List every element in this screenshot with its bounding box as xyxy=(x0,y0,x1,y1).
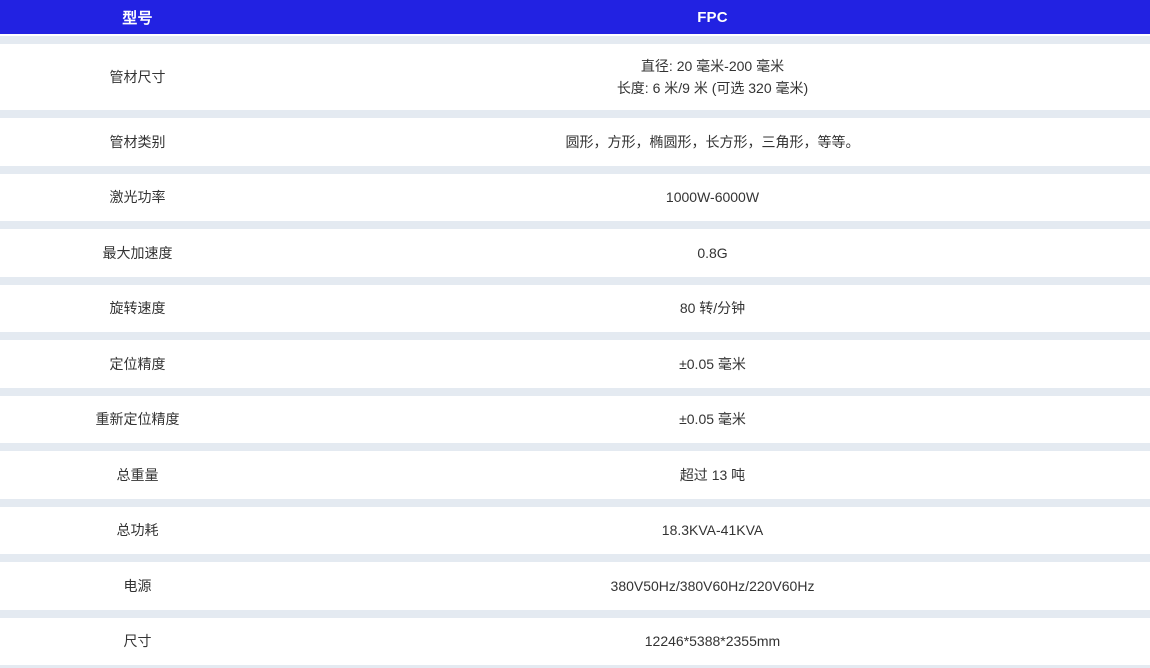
row-separator xyxy=(0,36,1150,44)
spec-value-line: 18.3KVA-41KVA xyxy=(662,519,763,541)
spec-value-line: 直径: 20 毫米-200 毫米 xyxy=(641,55,784,77)
row-separator xyxy=(0,110,1150,118)
table-header-row: 型号 FPC xyxy=(0,0,1150,34)
spec-value: 超过 13 吨 xyxy=(275,451,1150,499)
spec-value: 圆形，方形，椭圆形，长方形，三角形，等等。 xyxy=(275,118,1150,166)
spec-value: 1000W-6000W xyxy=(275,174,1150,222)
header-model-value: FPC xyxy=(275,0,1150,34)
spec-label: 最大加速度 xyxy=(0,229,275,277)
spec-value-line: 80 转/分钟 xyxy=(680,297,745,319)
spec-label: 管材类别 xyxy=(0,118,275,166)
spec-value: 80 转/分钟 xyxy=(275,285,1150,333)
table-row-rotation-speed: 旋转速度 80 转/分钟 xyxy=(0,285,1150,333)
spec-value-line: 超过 13 吨 xyxy=(680,464,745,486)
table-row-total-power-consumption: 总功耗 18.3KVA-41KVA xyxy=(0,507,1150,555)
spec-label: 管材尺寸 xyxy=(0,44,275,110)
row-separator xyxy=(0,166,1150,174)
spec-value: 12246*5388*2355mm xyxy=(275,618,1150,666)
spec-label: 重新定位精度 xyxy=(0,396,275,444)
spec-label: 总重量 xyxy=(0,451,275,499)
header-model-label: 型号 xyxy=(0,0,275,34)
table-row-dimensions: 尺寸 12246*5388*2355mm xyxy=(0,618,1150,666)
table-row-laser-power: 激光功率 1000W-6000W xyxy=(0,174,1150,222)
spec-value-line: 12246*5388*2355mm xyxy=(645,630,780,652)
table-row-max-acceleration: 最大加速度 0.8G xyxy=(0,229,1150,277)
row-separator xyxy=(0,610,1150,618)
table-row-positioning-accuracy: 定位精度 ±0.05 毫米 xyxy=(0,340,1150,388)
row-separator xyxy=(0,221,1150,229)
spec-value: ±0.05 毫米 xyxy=(275,340,1150,388)
row-separator xyxy=(0,499,1150,507)
row-separator xyxy=(0,554,1150,562)
row-separator xyxy=(0,388,1150,396)
spec-table: 型号 FPC 管材尺寸 直径: 20 毫米-200 毫米 长度: 6 米/9 米… xyxy=(0,0,1150,668)
spec-label: 总功耗 xyxy=(0,507,275,555)
spec-value-line: ±0.05 毫米 xyxy=(679,353,746,375)
row-separator xyxy=(0,443,1150,451)
spec-value-line: 1000W-6000W xyxy=(666,186,759,208)
table-row-repositioning-accuracy: 重新定位精度 ±0.05 毫米 xyxy=(0,396,1150,444)
row-separator xyxy=(0,277,1150,285)
table-row-pipe-size: 管材尺寸 直径: 20 毫米-200 毫米 长度: 6 米/9 米 (可选 32… xyxy=(0,44,1150,110)
spec-value: 0.8G xyxy=(275,229,1150,277)
spec-value-line: 380V50Hz/380V60Hz/220V60Hz xyxy=(611,575,815,597)
table-row-pipe-type: 管材类别 圆形，方形，椭圆形，长方形，三角形，等等。 xyxy=(0,118,1150,166)
spec-value: 380V50Hz/380V60Hz/220V60Hz xyxy=(275,562,1150,610)
spec-label: 激光功率 xyxy=(0,174,275,222)
row-separator xyxy=(0,332,1150,340)
spec-label: 尺寸 xyxy=(0,618,275,666)
spec-value: 18.3KVA-41KVA xyxy=(275,507,1150,555)
spec-value: 直径: 20 毫米-200 毫米 长度: 6 米/9 米 (可选 320 毫米) xyxy=(275,44,1150,110)
spec-value-line: 0.8G xyxy=(697,242,727,264)
spec-label: 定位精度 xyxy=(0,340,275,388)
spec-value-line: ±0.05 毫米 xyxy=(679,408,746,430)
table-row-power-supply: 电源 380V50Hz/380V60Hz/220V60Hz xyxy=(0,562,1150,610)
spec-label: 电源 xyxy=(0,562,275,610)
spec-value-line: 长度: 6 米/9 米 (可选 320 毫米) xyxy=(617,77,808,99)
spec-label: 旋转速度 xyxy=(0,285,275,333)
spec-value: ±0.05 毫米 xyxy=(275,396,1150,444)
spec-value-line: 圆形，方形，椭圆形，长方形，三角形，等等。 xyxy=(566,131,860,153)
table-row-total-weight: 总重量 超过 13 吨 xyxy=(0,451,1150,499)
